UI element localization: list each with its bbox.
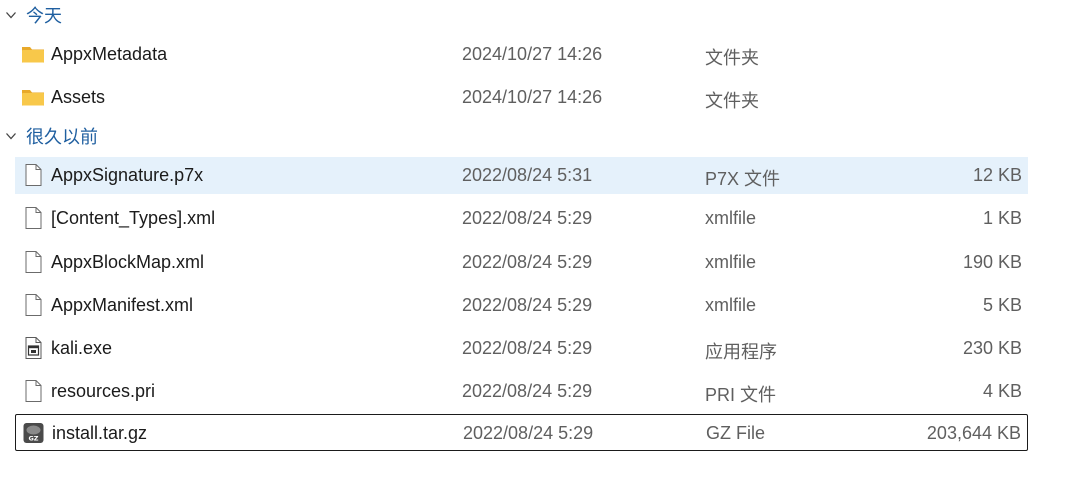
item-type: P7X 文件 (705, 169, 781, 189)
item-date: 2024/10/27 14:26 (462, 87, 603, 107)
list-item[interactable]: AppxBlockMap.xml 2022/08/24 5:29 xmlfile… (15, 244, 1028, 281)
list-item[interactable]: resources.pri 2022/08/24 5:29 PRI 文件 4 K… (15, 373, 1028, 410)
list-item[interactable]: AppxSignature.p7x 2022/08/24 5:31 P7X 文件… (15, 157, 1028, 194)
item-type: xmlfile (705, 208, 757, 228)
chevron-down-icon (6, 12, 16, 19)
item-date: 2022/08/24 5:31 (462, 165, 593, 185)
chevron-down-icon (6, 133, 16, 140)
item-type: 文件夹 (705, 48, 759, 68)
list-item[interactable]: AppxMetadata 2024/10/27 14:26 文件夹 (15, 36, 1028, 73)
item-type: xmlfile (705, 295, 757, 315)
list-item[interactable]: AppxManifest.xml 2022/08/24 5:29 xmlfile… (15, 287, 1028, 324)
item-size: 4 KB (982, 381, 1022, 401)
item-name: AppxMetadata (51, 44, 168, 64)
item-size: 230 KB (962, 338, 1022, 358)
file-icon (25, 251, 42, 273)
item-name: kali.exe (51, 338, 113, 358)
list-item[interactable]: Assets 2024/10/27 14:26 文件夹 (15, 79, 1028, 116)
item-date: 2022/08/24 5:29 (463, 423, 594, 443)
gz-archive-icon: GZ (23, 423, 44, 443)
item-name: Assets (51, 87, 106, 107)
item-name: AppxManifest.xml (51, 295, 194, 315)
list-item[interactable]: kali.exe 2022/08/24 5:29 应用程序 230 KB (15, 330, 1028, 367)
group-header-long-ago[interactable]: 很久以前 (0, 122, 140, 150)
item-size: 203,644 KB (926, 423, 1021, 443)
file-icon (25, 294, 42, 316)
list-item[interactable]: [Content_Types].xml 2022/08/24 5:29 xmlf… (15, 200, 1028, 237)
file-icon (25, 380, 42, 402)
file-list: 今天 AppxMetadata 2024/10/27 14:26 文件夹 Ass… (0, 0, 1075, 495)
item-date: 2022/08/24 5:29 (462, 338, 593, 358)
list-item[interactable]: GZ install.tar.gz 2022/08/24 5:29 GZ Fil… (15, 414, 1028, 451)
file-icon (25, 207, 42, 229)
group-label: 很久以前 (26, 127, 98, 147)
item-name: AppxSignature.p7x (51, 165, 204, 185)
item-name: resources.pri (51, 381, 156, 401)
item-name: [Content_Types].xml (51, 208, 216, 228)
item-type: xmlfile (705, 252, 757, 272)
gz-badge-text: GZ (28, 435, 38, 443)
folder-icon (22, 47, 44, 63)
item-date: 2022/08/24 5:29 (462, 252, 593, 272)
executable-icon (25, 337, 42, 359)
item-name: install.tar.gz (52, 423, 148, 443)
item-type: PRI 文件 (705, 385, 777, 405)
file-icon (25, 164, 42, 186)
item-size: 1 KB (982, 208, 1022, 228)
item-type: 应用程序 (705, 342, 777, 362)
item-type: 文件夹 (705, 91, 759, 111)
item-size: 12 KB (972, 165, 1022, 185)
item-date: 2022/08/24 5:29 (462, 208, 593, 228)
group-header-today[interactable]: 今天 (0, 1, 140, 29)
item-name: AppxBlockMap.xml (51, 252, 205, 272)
item-size: 5 KB (982, 295, 1022, 315)
item-size: 190 KB (962, 252, 1022, 272)
item-type: GZ File (706, 423, 766, 443)
item-date: 2022/08/24 5:29 (462, 381, 593, 401)
item-date: 2024/10/27 14:26 (462, 44, 603, 64)
item-date: 2022/08/24 5:29 (462, 295, 593, 315)
folder-icon (22, 90, 44, 106)
group-label: 今天 (26, 6, 62, 26)
